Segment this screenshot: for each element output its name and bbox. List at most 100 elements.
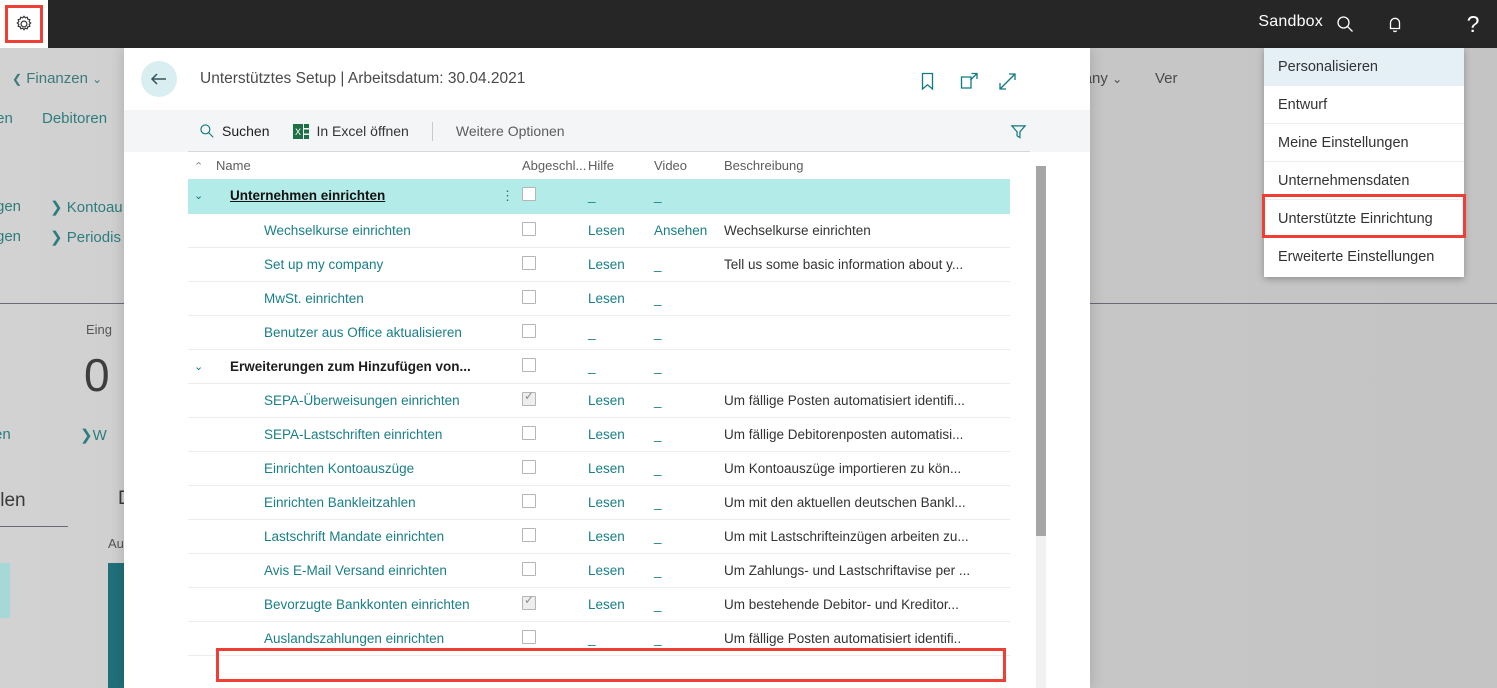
bg-right-nav-2[interactable]: Ver (1155, 70, 1178, 87)
video-empty-link[interactable]: _ (654, 529, 662, 544)
row-help-cell[interactable]: Lesen (588, 213, 654, 248)
row-help-cell[interactable]: Lesen (588, 417, 654, 452)
row-video-cell[interactable]: _ (654, 383, 724, 418)
help-link[interactable]: Lesen (588, 427, 625, 442)
bg-nav-item-1[interactable]: ten (0, 110, 13, 127)
table-row[interactable]: Set up my company Lesen _ Tell us some basi… (188, 247, 1010, 282)
row-completed-cell[interactable] (522, 587, 588, 622)
bg-nav-item-2[interactable]: Debitoren (42, 110, 107, 127)
video-empty-link[interactable]: _ (654, 597, 662, 612)
completed-checkbox[interactable] (522, 527, 536, 542)
row-name-cell[interactable]: Bevorzugte Bankkonten einrichten (216, 587, 522, 622)
col-help[interactable]: Hilfe (588, 152, 654, 179)
row-completed-cell[interactable] (522, 553, 588, 588)
table-row[interactable]: Lastschrift Mandate einrichten Lesen _ Um m… (188, 519, 1010, 554)
bell-icon[interactable] (1371, 0, 1419, 48)
video-empty-link[interactable]: _ (654, 393, 662, 408)
row-video-cell[interactable]: _ (654, 281, 724, 316)
open-in-excel-command[interactable]: X In Excel öffnen (293, 110, 409, 152)
help-empty-link[interactable]: _ (588, 359, 596, 374)
help-link[interactable]: Lesen (588, 563, 625, 578)
table-row[interactable]: Benutzer aus Office aktualisieren _ _ (188, 315, 1010, 350)
row-name-cell[interactable]: Benutzer aus Office aktualisieren (216, 315, 522, 350)
row-completed-cell[interactable] (522, 213, 588, 248)
bg-nav-item-6[interactable]: ❯ Periodis (50, 228, 121, 246)
help-empty-link[interactable]: _ (588, 325, 596, 340)
bg-nav-item-5[interactable]: gen (0, 228, 21, 245)
completed-checkbox[interactable] (522, 289, 536, 304)
row-video-cell[interactable]: _ (654, 451, 724, 486)
row-video-cell[interactable]: _ (654, 179, 724, 214)
row-expander-cell[interactable]: ⌄ (188, 349, 216, 384)
bg-tile-link[interactable]: ❯W (80, 426, 107, 444)
completed-checkbox[interactable] (522, 357, 536, 372)
table-row[interactable]: Auslandszahlungen einrichten _ _ Um fällige… (188, 621, 1010, 656)
completed-checkbox[interactable] (522, 187, 536, 202)
menu-item-unternehmensdaten[interactable]: Unternehmensdaten (1264, 162, 1464, 200)
settings-button[interactable] (0, 0, 48, 48)
help-link[interactable]: Lesen (588, 597, 625, 612)
video-empty-link[interactable]: _ (654, 495, 662, 510)
more-options-command[interactable]: Weitere Optionen (456, 110, 565, 152)
table-row[interactable]: Einrichten Kontoauszüge Lesen _ Um Kontoaus… (188, 451, 1010, 486)
completed-checkbox[interactable] (522, 221, 536, 236)
row-name-cell[interactable]: SEPA-Lastschriften einrichten (216, 417, 522, 452)
row-expander-cell[interactable]: ⌄ (188, 179, 216, 214)
help-empty-link[interactable]: _ (588, 188, 596, 203)
row-video-cell[interactable]: _ (654, 315, 724, 350)
help-link[interactable]: Lesen (588, 461, 625, 476)
bg-left-link[interactable]: en (0, 426, 11, 443)
menu-item-erweiterte-einstellungen[interactable]: Erweiterte Einstellungen (1264, 238, 1464, 276)
row-help-cell[interactable]: Lesen (588, 383, 654, 418)
row-name-cell[interactable]: Auslandszahlungen einrichten (216, 621, 522, 656)
bg-breadcrumb[interactable]: ❮ Finanzen ⌄ (12, 70, 102, 87)
row-completed-cell[interactable] (522, 621, 588, 656)
row-name-cell[interactable]: Einrichten Bankleitzahlen (216, 485, 522, 520)
table-row[interactable]: Avis E-Mail Versand einrichten Lesen _ Um Z… (188, 553, 1010, 588)
search-icon[interactable] (1321, 0, 1369, 48)
completed-checkbox[interactable] (522, 389, 536, 406)
completed-checkbox[interactable] (522, 459, 536, 474)
help-link[interactable]: Lesen (588, 291, 625, 306)
bg-nav-item-3[interactable]: gen (0, 198, 21, 215)
table-row[interactable]: SEPA-Lastschriften einrichten Lesen _ Um fä… (188, 417, 1010, 452)
search-command[interactable]: Suchen (199, 110, 269, 152)
row-help-cell[interactable]: Lesen (588, 281, 654, 316)
menu-item-unterstuetzte-einrichtung[interactable]: Unterstützte Einrichtung (1264, 200, 1464, 238)
row-video-cell[interactable]: _ (654, 485, 724, 520)
col-video[interactable]: Video (654, 152, 724, 179)
row-video-cell[interactable]: _ (654, 621, 724, 656)
row-actions-icon[interactable]: ⋮ (501, 188, 514, 202)
row-help-cell[interactable]: Lesen (588, 247, 654, 282)
table-row[interactable]: Bevorzugte Bankkonten einrichten Lesen _ Um… (188, 587, 1010, 622)
video-empty-link[interactable]: _ (654, 359, 662, 374)
video-empty-link[interactable]: _ (654, 291, 662, 306)
row-completed-cell[interactable] (522, 383, 588, 418)
table-row[interactable]: Wechselkurse einrichten Lesen Ansehen Wechs… (188, 213, 1010, 248)
col-name[interactable]: Name (216, 152, 522, 179)
expand-icon[interactable] (994, 68, 1020, 94)
row-video-cell[interactable]: _ (654, 417, 724, 452)
row-completed-cell[interactable] (522, 179, 588, 214)
help-link[interactable]: Lesen (588, 495, 625, 510)
row-help-cell[interactable]: _ (588, 349, 654, 384)
row-video-cell[interactable]: _ (654, 553, 724, 588)
video-empty-link[interactable]: _ (654, 427, 662, 442)
filter-icon[interactable] (1006, 119, 1030, 143)
row-completed-cell[interactable] (522, 451, 588, 486)
row-help-cell[interactable]: Lesen (588, 485, 654, 520)
completed-checkbox[interactable] (522, 561, 536, 576)
row-video-cell[interactable]: _ (654, 519, 724, 554)
table-row[interactable]: ⌄ Erweiterungen zum Hinzufügen von... _ _ (188, 349, 1010, 384)
row-completed-cell[interactable] (522, 349, 588, 384)
vertical-scrollbar[interactable] (1036, 166, 1046, 688)
row-video-cell[interactable]: Ansehen (654, 213, 724, 248)
row-name-cell[interactable]: SEPA-Überweisungen einrichten (216, 383, 522, 418)
row-name-cell[interactable]: Unternehmen einrichten ⋮ (216, 179, 522, 214)
row-name-cell[interactable]: Wechselkurse einrichten (216, 213, 522, 248)
row-help-cell[interactable]: _ (588, 315, 654, 350)
help-link[interactable]: Lesen (588, 223, 625, 238)
help-link[interactable]: Lesen (588, 393, 625, 408)
menu-item-meine-einstellungen[interactable]: Meine Einstellungen (1264, 124, 1464, 162)
bookmark-icon[interactable] (914, 68, 940, 94)
